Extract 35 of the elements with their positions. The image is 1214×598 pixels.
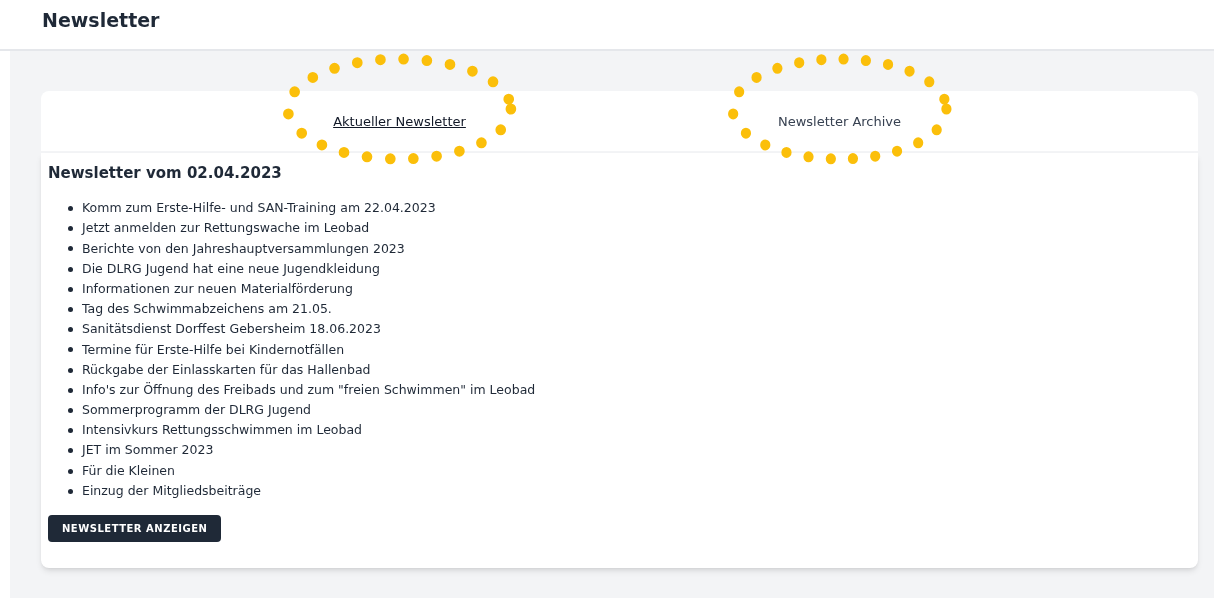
newsletter-item: Informationen zur neuen Materialförderung	[82, 279, 353, 298]
bullet-icon	[68, 286, 73, 292]
tab[interactable]: Newsletter Archive	[777, 114, 902, 129]
bullet-icon	[68, 488, 73, 494]
bullet-icon	[68, 307, 73, 313]
newsletter-item: Einzug der Mitgliedsbeiträge	[82, 481, 262, 500]
newsletter-item: Rückgabe der Einlasskarten für das Hallenbad	[82, 360, 371, 379]
newsletter-item: JET im Sommer 2023	[82, 441, 214, 460]
bullet-icon	[68, 367, 73, 373]
newsletter-item: Die DLRG Jugend hat eine neue Jugendkleidung	[82, 259, 380, 278]
bullet-icon	[68, 468, 73, 474]
show-newsletter-button[interactable]: NEWSLETTER ANZEIGEN	[48, 515, 222, 543]
bullet-icon	[68, 327, 73, 333]
bullet-icon	[68, 387, 73, 393]
page-title: Newsletter	[42, 8, 160, 33]
newsletter-heading: Newsletter vom 02.04.2023	[48, 163, 282, 184]
bullet-icon	[68, 266, 73, 272]
bullet-icon	[68, 246, 73, 252]
newsletter-item: Termine für Erste-Hilfe bei Kindernotfällen	[82, 340, 345, 359]
bullet-icon	[68, 407, 73, 413]
bullet-icon	[68, 347, 73, 353]
newsletter-item: Für die Kleinen	[82, 461, 175, 480]
bullet-icon	[68, 448, 73, 454]
bullet-icon	[68, 428, 73, 434]
newsletter-item: Info's zur Öffnung des Freibads und zum "freien Schwimmen" im Leobad	[82, 380, 536, 399]
newsletter-item: Tag des Schwimmabzeichens am 21.05.	[82, 300, 332, 319]
newsletter-item: Sommerprogramm der DLRG Jugend	[82, 401, 312, 420]
newsletter-item: Komm zum Erste-Hilfe- und SAN-Training am 22.04.2023	[82, 199, 436, 218]
newsletter-item: Sanitätsdienst Dorffest Gebersheim 18.06.2023	[82, 320, 381, 339]
bullet-icon	[68, 206, 73, 212]
newsletter-item: Berichte von den Jahreshauptversammlungen 2023	[82, 239, 405, 258]
bullet-icon	[68, 226, 73, 232]
newsletter-item: Jetzt anmelden zur Rettungswache im Leobad	[82, 219, 370, 238]
newsletter-item: Intensivkurs Rettungsschwimmen im Leobad	[82, 421, 362, 440]
tab[interactable]: Aktueller Newsletter	[333, 114, 466, 129]
